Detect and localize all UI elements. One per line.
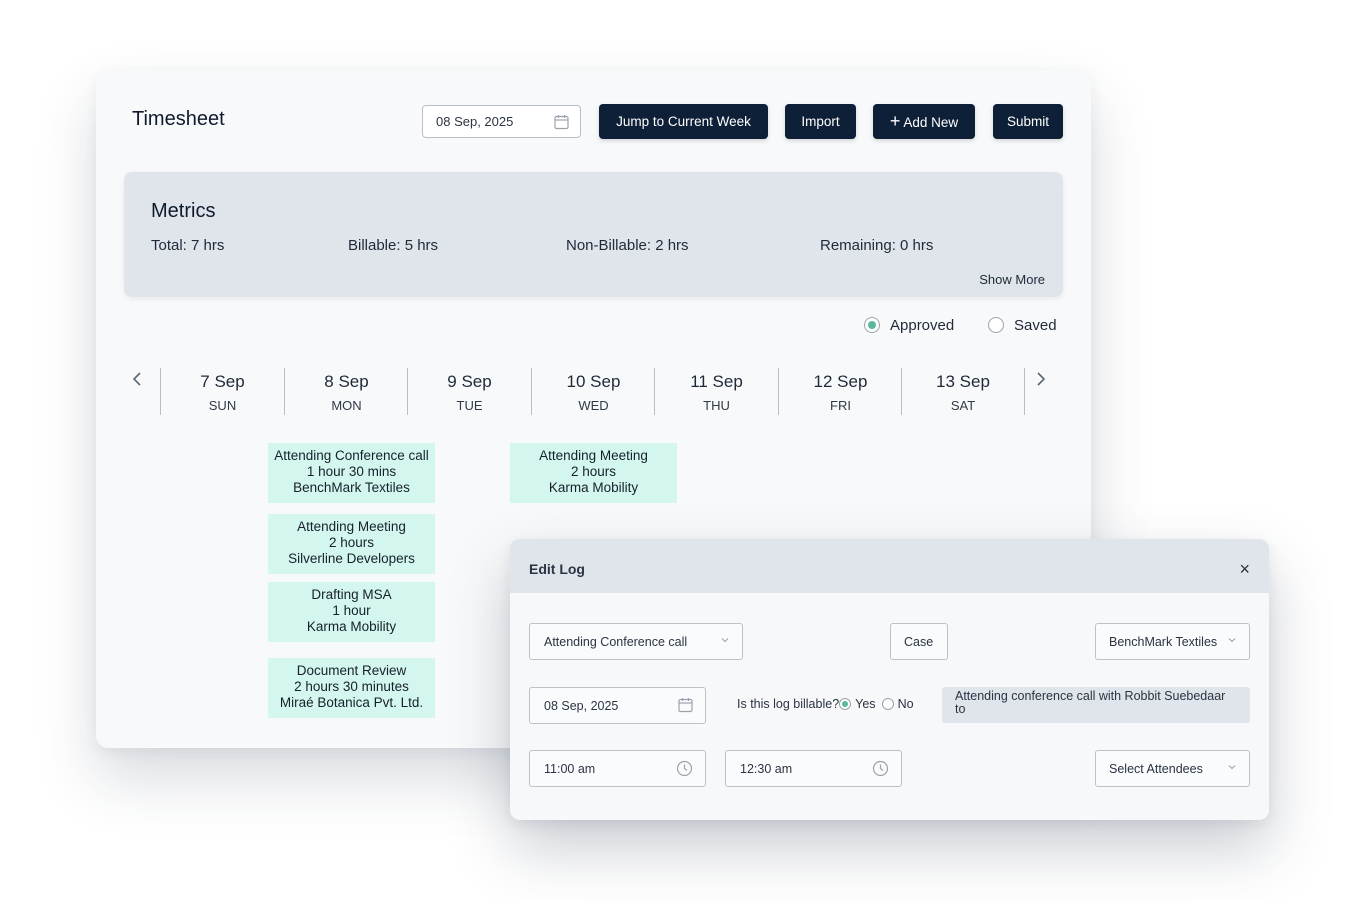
legend-approved[interactable]: Approved xyxy=(864,317,954,334)
page-title: Timesheet xyxy=(132,108,225,130)
entry-client: Miraé Botanica Pvt. Ltd. xyxy=(279,695,424,710)
entry-title: Attending Conference call xyxy=(274,448,429,463)
close-icon[interactable]: × xyxy=(1239,559,1250,580)
day-column-thu[interactable]: 11 Sep THU xyxy=(654,368,778,415)
day-weekday: SUN xyxy=(208,398,237,413)
entry-title: Attending Meeting xyxy=(539,448,648,463)
metric-non-billable: Non-Billable: 2 hrs xyxy=(566,237,689,254)
day-weekday: WED xyxy=(578,398,609,413)
activity-select[interactable]: Attending Conference call xyxy=(529,623,743,660)
log-date-value: 08 Sep, 2025 xyxy=(544,699,619,713)
day-column-tue[interactable]: 9 Sep TUE xyxy=(407,368,531,415)
week-date-picker[interactable]: 08 Sep, 2025 xyxy=(422,105,581,138)
attendees-placeholder: Select Attendees xyxy=(1109,762,1203,776)
day-weekday: SAT xyxy=(950,398,976,413)
add-new-button[interactable]: + Add New xyxy=(873,104,975,139)
time-entry-card[interactable]: Drafting MSA 1 hour Karma Mobility xyxy=(268,582,435,642)
add-new-label: Add New xyxy=(903,115,959,130)
entry-title: Document Review xyxy=(296,663,407,678)
day-column-fri[interactable]: 12 Sep FRI xyxy=(778,368,902,415)
chevron-down-icon xyxy=(1227,634,1237,648)
day-column-mon[interactable]: 8 Sep MON xyxy=(284,368,408,415)
dialog-header: Edit Log × xyxy=(510,539,1269,593)
day-date: 13 Sep xyxy=(936,372,990,391)
metric-billable: Billable: 5 hrs xyxy=(348,237,439,254)
import-button[interactable]: Import xyxy=(785,104,856,139)
attendees-select[interactable]: Select Attendees xyxy=(1095,750,1250,787)
chevron-down-icon xyxy=(1227,761,1237,775)
entry-duration: 2 hours xyxy=(570,464,617,479)
calendar-icon[interactable] xyxy=(678,697,693,716)
end-time-field[interactable]: 12:30 am xyxy=(725,750,902,787)
metric-total: Total: 7 hrs xyxy=(151,237,225,254)
chevron-left-icon[interactable] xyxy=(132,370,142,393)
day-date: 8 Sep xyxy=(324,372,369,391)
entry-client: Silverline Developers xyxy=(288,551,415,566)
day-weekday: THU xyxy=(703,398,730,413)
entry-duration: 2 hours 30 minutes xyxy=(294,679,409,694)
day-date: 11 Sep xyxy=(690,372,743,391)
clock-icon[interactable] xyxy=(872,760,889,780)
end-time-value: 12:30 am xyxy=(740,762,793,776)
chevron-right-icon[interactable] xyxy=(1036,370,1046,393)
day-column-wed[interactable]: 10 Sep WED xyxy=(531,368,655,415)
metrics-panel: Metrics Total: 7 hrs Billable: 5 hrs Non… xyxy=(124,172,1063,297)
day-column-sun[interactable]: 7 Sep SUN xyxy=(160,368,284,415)
date-value: 08 Sep, 2025 xyxy=(436,114,514,129)
day-weekday: MON xyxy=(331,398,362,413)
approved-radio[interactable] xyxy=(864,317,880,333)
day-date: 9 Sep xyxy=(447,372,492,391)
log-date-field[interactable]: 08 Sep, 2025 xyxy=(529,687,706,724)
billable-yes-label: Yes xyxy=(855,697,876,711)
start-time-field[interactable]: 11:00 am xyxy=(529,750,706,787)
entry-title: Drafting MSA xyxy=(311,587,392,602)
billable-yes-radio[interactable] xyxy=(839,698,852,710)
billable-group: Is this log billable? Yes No xyxy=(737,697,914,711)
dialog-title: Edit Log xyxy=(529,561,585,577)
metric-remaining: Remaining: 0 hrs xyxy=(820,237,934,254)
day-weekday: FRI xyxy=(830,398,851,413)
calendar-icon[interactable] xyxy=(554,114,569,133)
entry-duration: 1 hour xyxy=(332,603,371,618)
entry-duration: 2 hours xyxy=(328,535,375,550)
plus-icon: + xyxy=(889,111,901,131)
legend-saved[interactable]: Saved xyxy=(988,317,1057,334)
entry-title: Attending Meeting xyxy=(297,519,406,534)
client-select[interactable]: BenchMark Textiles xyxy=(1095,623,1250,660)
edit-log-dialog: Edit Log × Attending Conference call Cas… xyxy=(510,539,1269,820)
submit-button[interactable]: Submit xyxy=(993,104,1063,139)
saved-label: Saved xyxy=(1014,317,1057,334)
saved-radio[interactable] xyxy=(988,317,1004,333)
metrics-title: Metrics xyxy=(151,200,216,222)
start-time-value: 11:00 am xyxy=(544,762,596,776)
billable-no-radio[interactable] xyxy=(881,698,894,710)
day-date: 10 Sep xyxy=(566,372,621,391)
time-entry-card[interactable]: Attending Conference call 1 hour 30 mins… xyxy=(268,443,435,503)
time-entry-card[interactable]: Document Review 2 hours 30 minutes Miraé… xyxy=(268,658,435,718)
description-field[interactable]: Attending conference call with Robbit Su… xyxy=(942,687,1250,723)
clock-icon[interactable] xyxy=(676,760,693,780)
case-button[interactable]: Case xyxy=(890,623,948,660)
time-entry-card[interactable]: Attending Meeting 2 hours Karma Mobility xyxy=(510,443,677,503)
activity-value: Attending Conference call xyxy=(544,635,688,649)
day-weekday: TUE xyxy=(456,398,483,413)
entry-client: BenchMark Textiles xyxy=(293,480,410,495)
show-more-link[interactable]: Show More xyxy=(979,272,1045,287)
billable-no-label: No xyxy=(897,697,914,711)
entry-client: Karma Mobility xyxy=(548,480,639,495)
entry-client: Karma Mobility xyxy=(306,619,397,634)
jump-to-current-week-button[interactable]: Jump to Current Week xyxy=(599,104,768,139)
entry-duration: 1 hour 30 mins xyxy=(306,464,397,479)
day-date: 7 Sep xyxy=(200,372,245,391)
time-entry-card[interactable]: Attending Meeting 2 hours Silverline Dev… xyxy=(268,514,435,574)
approved-label: Approved xyxy=(890,317,955,334)
chevron-down-icon xyxy=(720,634,730,648)
client-value: BenchMark Textiles xyxy=(1109,635,1218,649)
day-column-sat[interactable]: 13 Sep SAT xyxy=(901,368,1025,415)
day-date: 12 Sep xyxy=(813,372,868,391)
billable-question: Is this log billable? xyxy=(737,697,840,711)
